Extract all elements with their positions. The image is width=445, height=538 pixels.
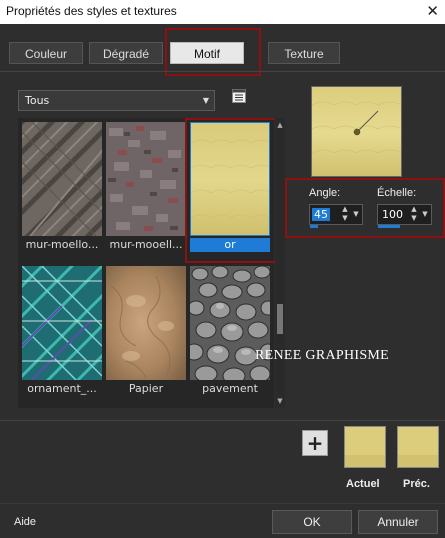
spin-arrows-icon[interactable]: ▲ ▼ xyxy=(409,205,419,224)
tab-degrade[interactable]: Dégradé xyxy=(89,42,163,64)
pattern-tile[interactable]: pavement xyxy=(190,266,270,396)
angle-slider[interactable] xyxy=(310,225,318,228)
pattern-label: ornament_... xyxy=(27,382,97,395)
pattern-thumbnail xyxy=(106,266,186,380)
chevron-down-icon[interactable]: ▼ xyxy=(351,205,361,224)
watermark-text: RENEE GRAPHISME xyxy=(255,348,390,363)
pattern-tile[interactable]: mur-mooell... xyxy=(106,122,186,252)
divider xyxy=(0,420,445,421)
pattern-preview xyxy=(311,86,402,177)
spin-arrows-icon[interactable]: ▲ ▼ xyxy=(340,205,350,224)
pattern-label: mur-moello... xyxy=(25,238,99,251)
angle-value[interactable]: 45 xyxy=(312,208,330,221)
pattern-label: Papier xyxy=(128,382,164,395)
close-icon[interactable]: ✕ xyxy=(426,2,439,20)
pattern-label: pavement xyxy=(202,382,258,395)
title-bar: Propriétés des styles et textures ✕ xyxy=(0,0,445,24)
tab-texture[interactable]: Texture xyxy=(268,42,340,64)
category-selected: Tous xyxy=(25,94,50,107)
help-link[interactable]: Aide xyxy=(14,516,36,528)
tab-couleur[interactable]: Couleur xyxy=(9,42,83,64)
pattern-grid: mur-moello... mur-mooell... or ornament_… xyxy=(18,118,274,408)
angle-spinbox[interactable]: 45 ▲ ▼ ▼ xyxy=(309,204,363,228)
current-label: Actuel xyxy=(346,478,380,490)
pattern-thumbnail xyxy=(106,122,186,236)
ok-button[interactable]: OK xyxy=(272,510,352,534)
add-swatch-button[interactable]: + xyxy=(302,430,328,456)
pattern-label: or xyxy=(190,238,270,252)
pattern-label: mur-mooell... xyxy=(109,238,183,251)
scroll-thumb[interactable] xyxy=(277,304,283,334)
pattern-tile-selected[interactable]: or xyxy=(190,122,270,252)
tab-motif[interactable]: Motif xyxy=(170,42,244,64)
pattern-tile[interactable]: Papier xyxy=(106,266,186,396)
list-view-icon[interactable] xyxy=(232,89,246,103)
divider xyxy=(0,503,445,504)
previous-label: Préc. xyxy=(403,478,430,490)
window-title: Propriétés des styles et textures xyxy=(6,4,177,18)
scale-spinbox[interactable]: 100 ▲ ▼ ▼ xyxy=(377,204,432,228)
pattern-thumbnail xyxy=(22,122,102,236)
cancel-button[interactable]: Annuler xyxy=(358,510,438,534)
current-swatch[interactable] xyxy=(344,426,386,468)
angle-label: Angle: xyxy=(309,187,341,199)
chevron-down-icon: ▼ xyxy=(202,96,209,105)
scroll-down-icon[interactable]: ▼ xyxy=(275,396,285,406)
pattern-tile[interactable]: mur-moello... xyxy=(22,122,102,252)
category-dropdown[interactable]: Tous ▼ xyxy=(18,90,215,111)
pattern-thumbnail xyxy=(190,122,270,236)
pattern-scrollbar[interactable]: ▲ ▼ xyxy=(275,118,285,408)
scale-label: Échelle: xyxy=(377,187,417,199)
chevron-down-icon[interactable]: ▼ xyxy=(420,205,430,224)
divider xyxy=(0,71,445,72)
previous-swatch[interactable] xyxy=(397,426,439,468)
pattern-thumbnail xyxy=(22,266,102,380)
scale-slider[interactable] xyxy=(378,225,400,228)
scale-value[interactable]: 100 xyxy=(380,208,405,221)
pattern-tile[interactable]: ornament_... xyxy=(22,266,102,396)
scroll-up-icon[interactable]: ▲ xyxy=(275,120,285,130)
